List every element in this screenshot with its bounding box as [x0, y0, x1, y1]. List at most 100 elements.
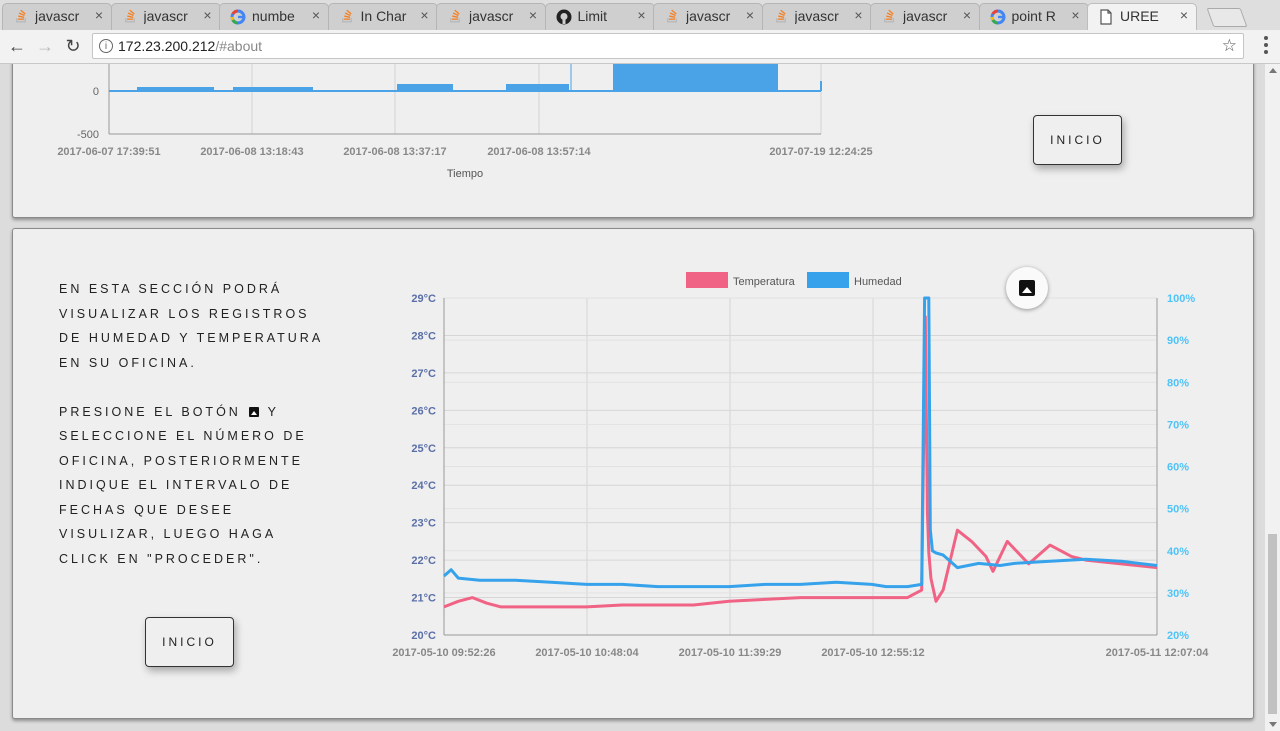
- y-left-tick-label: 21°C: [411, 593, 436, 605]
- y-tick-label: -500: [77, 129, 99, 141]
- url-path: /#about: [215, 38, 263, 54]
- stackoverflow-icon: [773, 9, 789, 25]
- tab-label: javascr: [469, 8, 514, 24]
- top-chart: 0 -500 2017-06-07 17:39:51 2017-06-08 13:18…: [57, 64, 873, 180]
- stackoverflow-icon: [339, 9, 355, 25]
- description-paragraph-2: Presione el botón y seleccione el número…: [59, 400, 329, 572]
- browser-tab[interactable]: Limit ×: [544, 3, 655, 30]
- browser-tab[interactable]: point R ×: [978, 3, 1089, 30]
- area-block: [233, 87, 313, 91]
- browser-toolbar: ← → ↻ i 172.23.200.212/#about ☆: [0, 30, 1280, 64]
- new-tab-button[interactable]: [1206, 8, 1248, 27]
- stackoverflow-icon: [13, 9, 29, 25]
- y-right-tick-label: 90%: [1167, 335, 1189, 347]
- page-scrollbar[interactable]: [1265, 64, 1280, 731]
- area-block: [397, 84, 453, 91]
- tab-close-icon[interactable]: ×: [203, 7, 211, 23]
- x-tick-label: 2017-06-08 13:57:14: [487, 146, 591, 158]
- x-tick-label: 2017-05-11 12:07:04: [1106, 647, 1210, 659]
- tab-label: javascr: [903, 8, 948, 24]
- scroll-down-icon[interactable]: [1269, 722, 1277, 727]
- url-text[interactable]: 172.23.200.212/#about: [118, 38, 262, 54]
- x-tick-label: 2017-05-10 10:48:04: [535, 647, 639, 659]
- inicio-button[interactable]: INICIO: [145, 617, 234, 667]
- description-paragraph-1: En esta sección podrá visualizar los reg…: [59, 282, 323, 370]
- x-tick-label: 2017-06-08 13:18:43: [200, 146, 303, 158]
- info-icon[interactable]: i: [99, 39, 113, 53]
- tab-label: UREE: [1120, 8, 1159, 24]
- browser-tab[interactable]: javascr ×: [110, 3, 221, 30]
- y-left-tick-label: 26°C: [411, 405, 436, 417]
- tab-label: javascr: [35, 8, 80, 24]
- browser-tab[interactable]: javascr ×: [653, 3, 763, 30]
- tab-label: javascr: [143, 8, 188, 24]
- description-text-before-icon: Presione el botón: [59, 404, 241, 419]
- legend-label: Humedad: [854, 276, 902, 288]
- x-tick-label: 2017-05-10 09:52:26: [392, 647, 495, 659]
- y-left-tick-label: 27°C: [411, 368, 436, 380]
- y-right-tick-label: 60%: [1167, 462, 1189, 474]
- reload-icon[interactable]: ↻: [62, 35, 84, 57]
- tab-label: In Char: [360, 8, 407, 24]
- bookmark-star-icon[interactable]: ☆: [1222, 36, 1237, 56]
- legend-label: Temperatura: [733, 276, 796, 288]
- legend-swatch: [807, 272, 849, 288]
- y-left-tick-label: 29°C: [411, 293, 436, 305]
- inicio-button[interactable]: INICIO: [1033, 115, 1122, 165]
- scrollbar-thumb[interactable]: [1268, 534, 1277, 714]
- stackoverflow-icon: [881, 9, 897, 25]
- y-left-tick-label: 24°C: [411, 480, 436, 492]
- tab-close-icon[interactable]: ×: [1180, 7, 1188, 23]
- y-right-tick-label: 100%: [1167, 293, 1195, 305]
- tab-close-icon[interactable]: ×: [420, 7, 428, 23]
- y-left-tick-label: 28°C: [411, 330, 436, 342]
- tab-label: point R: [1011, 8, 1056, 24]
- scroll-up-icon[interactable]: [1269, 68, 1277, 73]
- browser-tab[interactable]: numbe ×: [219, 3, 329, 30]
- tab-close-icon[interactable]: ×: [95, 7, 103, 23]
- y-left-tick-label: 20°C: [411, 630, 436, 642]
- back-icon[interactable]: ←: [6, 35, 28, 57]
- series-line: [443, 296, 1158, 589]
- browser-tab[interactable]: javascr ×: [870, 3, 980, 30]
- image-icon: [249, 407, 260, 418]
- page-content: 0 -500 2017-06-07 17:39:51 2017-06-08 13:18…: [0, 64, 1265, 731]
- download-image-button[interactable]: [1006, 267, 1048, 309]
- browser-tab[interactable]: javascr ×: [2, 3, 112, 30]
- x-tick-label: 2017-06-08 13:37:17: [343, 146, 446, 158]
- legend-swatch: [686, 272, 728, 288]
- tab-close-icon[interactable]: ×: [529, 7, 537, 23]
- x-tick-label: 2017-05-10 11:39:29: [679, 647, 782, 659]
- browser-tab[interactable]: javascr ×: [761, 3, 872, 30]
- tab-close-icon[interactable]: ×: [1071, 7, 1079, 23]
- menu-dots-icon[interactable]: [1264, 36, 1268, 57]
- google-icon: [230, 9, 246, 25]
- google-icon: [989, 9, 1006, 25]
- tab-close-icon[interactable]: ×: [746, 7, 754, 23]
- y-right-tick-label: 70%: [1167, 419, 1189, 431]
- stackoverflow-icon: [122, 9, 138, 25]
- y-left-tick-label: 25°C: [411, 443, 436, 455]
- area-block: [613, 64, 778, 91]
- area-block: [506, 84, 569, 91]
- y-right-tick-label: 40%: [1167, 546, 1189, 558]
- x-tick-label: 2017-07-19 12:24:25: [769, 146, 872, 158]
- humidity-temperature-card: En esta sección podrá visualizar los reg…: [12, 228, 1254, 719]
- stackoverflow-icon: [664, 9, 680, 25]
- x-tick-label: 2017-05-10 12:55:12: [821, 647, 924, 659]
- tab-close-icon[interactable]: ×: [854, 7, 862, 23]
- browser-tab[interactable]: In Char ×: [327, 3, 438, 30]
- tab-close-icon[interactable]: ×: [637, 7, 645, 23]
- browser-tab[interactable]: UREE ×: [1087, 3, 1197, 30]
- tab-close-icon[interactable]: ×: [963, 7, 971, 23]
- browser-tab[interactable]: javascr ×: [436, 3, 546, 30]
- forward-icon[interactable]: →: [34, 35, 56, 57]
- y-tick-label: 0: [93, 86, 99, 98]
- url-host: 172.23.200.212: [118, 38, 216, 54]
- x-axis-title: Tiempo: [447, 168, 483, 180]
- address-bar[interactable]: i 172.23.200.212/#about ☆: [92, 33, 1244, 59]
- y-right-tick-label: 20%: [1167, 630, 1189, 642]
- tab-close-icon[interactable]: ×: [312, 7, 320, 23]
- github-icon: [556, 9, 572, 25]
- y-left-tick-label: 23°C: [411, 518, 436, 530]
